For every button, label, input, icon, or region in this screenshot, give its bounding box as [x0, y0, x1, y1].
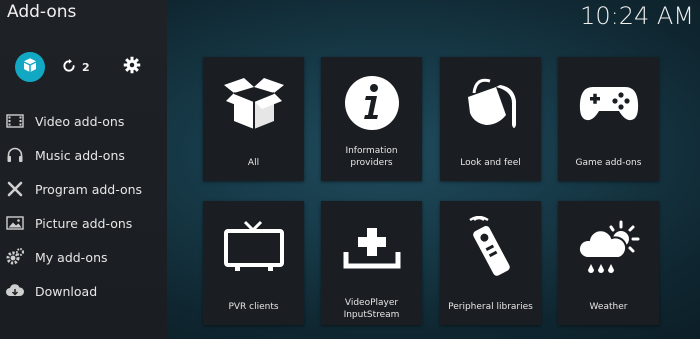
- cloud-download-icon: [5, 281, 25, 301]
- picture-icon: [5, 213, 25, 233]
- sidebar-item-my-addons[interactable]: My add-ons: [0, 240, 167, 274]
- sidebar-item-label: Video add-ons: [35, 113, 125, 129]
- tile-label: Game add-ons: [575, 158, 642, 168]
- sidebar-item-label: My add-ons: [35, 249, 108, 265]
- tile-label: PVR clients: [228, 302, 279, 312]
- tv-icon: [203, 217, 304, 277]
- sidebar-item-label: Picture add-ons: [35, 215, 133, 231]
- tools-icon: [5, 179, 25, 199]
- category-tile-look-and-feel[interactable]: Look and feel: [440, 57, 541, 181]
- category-tile-information-providers[interactable]: Information providers: [321, 57, 422, 181]
- tile-label: Peripheral libraries: [448, 302, 533, 312]
- tile-label: VideoPlayer InputStream: [323, 297, 420, 321]
- category-tile-all[interactable]: All: [203, 57, 304, 181]
- update-count-badge: 2: [82, 60, 90, 74]
- sidebar-item-download[interactable]: Download: [0, 274, 167, 308]
- gear-icon: [123, 56, 141, 78]
- headphones-icon: [5, 145, 25, 165]
- info-icon: [321, 73, 422, 133]
- weather-icon: [558, 217, 659, 277]
- paint-bucket-icon: [440, 73, 541, 133]
- clock: 10:24 AM: [580, 2, 694, 30]
- category-tile-game-addons[interactable]: Game add-ons: [558, 57, 659, 181]
- sidebar-item-picture-addons[interactable]: Picture add-ons: [0, 206, 167, 240]
- open-box-icon: [21, 56, 39, 78]
- sidebar-item-music-addons[interactable]: Music add-ons: [0, 138, 167, 172]
- sidebar-item-program-addons[interactable]: Program add-ons: [0, 172, 167, 206]
- category-tile-pvr-clients[interactable]: PVR clients: [203, 201, 304, 325]
- tile-label: Look and feel: [460, 158, 521, 168]
- inputstream-icon: [321, 217, 422, 277]
- refresh-icon: [62, 58, 76, 77]
- category-tile-weather[interactable]: Weather: [558, 201, 659, 325]
- tile-label-line1: VideoPlayer: [344, 298, 399, 308]
- sidebar-item-label: Download: [35, 283, 98, 299]
- sidebar-menu: Video add-ons Music add-ons Program add-…: [0, 104, 167, 308]
- sidebar-item-video-addons[interactable]: Video add-ons: [0, 104, 167, 138]
- tile-label: Weather: [589, 302, 628, 312]
- tile-label: All: [247, 158, 260, 168]
- category-tile-videoplayer-inputstream[interactable]: VideoPlayer InputStream: [321, 201, 422, 325]
- sidebar-item-label: Music add-ons: [35, 147, 125, 163]
- tile-label: Information providers: [345, 146, 398, 168]
- page-title: Add-ons: [7, 2, 77, 22]
- sidebar-item-label: Program add-ons: [35, 181, 143, 197]
- gamepad-icon: [558, 73, 659, 133]
- remote-icon: [440, 216, 541, 277]
- tile-label-line2: InputStream: [343, 310, 400, 320]
- addon-browser-button[interactable]: [15, 52, 45, 82]
- settings-button[interactable]: [121, 56, 143, 78]
- check-updates-button[interactable]: 2: [62, 56, 90, 78]
- category-tile-peripheral-libraries[interactable]: Peripheral libraries: [440, 201, 541, 325]
- film-icon: [5, 111, 25, 131]
- gears-icon: [5, 247, 25, 267]
- open-box-icon: [203, 73, 304, 133]
